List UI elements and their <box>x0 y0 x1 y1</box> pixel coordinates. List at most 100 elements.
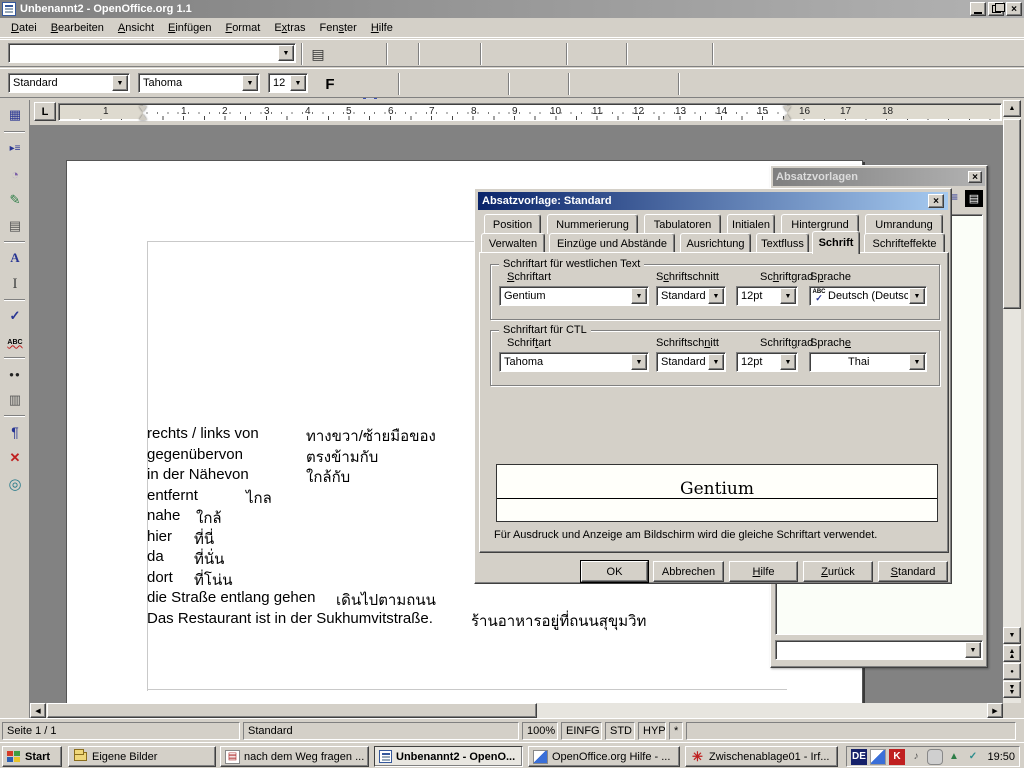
ctl-size-combobox[interactable]: 12pt ▼ <box>736 352 798 372</box>
western-language-dropdown[interactable]: ▼ <box>909 288 925 304</box>
scroll-left-button[interactable]: ◀ <box>30 703 46 718</box>
tab-tabulatoren[interactable]: Tabulatoren <box>644 214 721 234</box>
vertical-scroll-thumb[interactable] <box>1003 119 1021 309</box>
stylist-fill-mode-icon[interactable]: ≡ <box>951 190 961 206</box>
vertical-scrollbar[interactable]: ▲ ▼ ▲▲ ● ▼▼ <box>1003 100 1021 703</box>
stylist-filter-dropdown-button[interactable]: ▼ <box>965 642 981 658</box>
taskbar-button-weg-fragen[interactable]: ▤ nach dem Weg fragen ... <box>220 746 369 767</box>
autotext-icon[interactable]: A <box>3 246 27 270</box>
menu-format[interactable]: Format <box>218 20 267 36</box>
western-style-dropdown[interactable]: ▼ <box>708 288 724 304</box>
size-dropdown-button[interactable]: ▼ <box>290 75 306 91</box>
font-size-combobox[interactable]: 12 ▼ <box>268 73 308 93</box>
ctl-font-combobox[interactable]: Tahoma ▼ <box>499 352 649 372</box>
menu-fenster[interactable]: Fenster <box>313 20 364 36</box>
tab-textfluss[interactable]: Textfluss <box>756 233 809 253</box>
style-combobox[interactable]: Standard ▼ <box>8 73 130 93</box>
ctl-font-dropdown[interactable]: ▼ <box>631 354 647 370</box>
taskbar-button-openoffice-hilfe[interactable]: OpenOffice.org Hilfe - ... <box>528 746 680 767</box>
tab-position[interactable]: Position <box>484 214 541 234</box>
menu-bearbeiten[interactable]: Bearbeiten <box>44 20 111 36</box>
tab-nummerierung[interactable]: Nummerierung <box>547 214 638 234</box>
ctl-style-combobox[interactable]: Standard ▼ <box>656 352 726 372</box>
abbrechen-button[interactable]: Abbrechen <box>653 561 724 582</box>
stylist-title-bar[interactable]: Absatzvorlagen × <box>773 168 985 186</box>
indent-marker-right[interactable] <box>783 106 792 120</box>
tab-schrift[interactable]: Schrift <box>812 231 860 254</box>
scroll-down-button[interactable]: ▼ <box>1003 627 1021 644</box>
direct-cursor-icon[interactable]: I <box>3 272 27 296</box>
standard-button[interactable]: Standard <box>878 561 948 582</box>
auto-spellcheck-icon[interactable]: ABC <box>3 330 27 354</box>
western-font-combobox[interactable]: Gentium ▼ <box>499 286 649 306</box>
navigation-dot-button[interactable]: ● <box>1003 663 1021 680</box>
status-page-style[interactable]: Standard <box>243 722 519 740</box>
tab-initialen[interactable]: Initialen <box>727 214 775 234</box>
status-hyperlink-mode[interactable]: HYP <box>638 722 666 740</box>
taskbar-button-zwischenablage[interactable]: ✳ Zwischenablage01 - Irf... <box>685 746 838 767</box>
font-name-combobox[interactable]: Tahoma ▼ <box>138 73 260 93</box>
ctl-size-dropdown[interactable]: ▼ <box>780 354 796 370</box>
stylist-filter-combobox[interactable]: ▼ <box>775 640 983 660</box>
bold-icon[interactable]: F <box>318 72 342 96</box>
url-dropdown-button[interactable]: ▼ <box>278 45 294 61</box>
scroll-right-button[interactable]: ▶ <box>987 703 1003 718</box>
data-sources-icon[interactable]: ▥ <box>3 388 27 412</box>
horizontal-scroll-thumb[interactable] <box>47 703 537 718</box>
title-bar[interactable]: Unbenannt2 - OpenOffice.org 1.1 × <box>0 0 1024 18</box>
menu-ansicht[interactable]: Ansicht <box>111 20 161 36</box>
western-size-dropdown[interactable]: ▼ <box>780 288 796 304</box>
menu-extras[interactable]: Extras <box>267 20 312 36</box>
insert-object-icon[interactable]: ◔ <box>3 162 27 186</box>
zurueck-button[interactable]: Zurück <box>803 561 873 582</box>
minimize-button[interactable] <box>970 2 986 16</box>
antivirus-icon[interactable]: K <box>889 749 905 765</box>
volume-icon[interactable]: ♪ <box>908 749 924 765</box>
paragraph-style-dialog[interactable]: Absatzvorlage: Standard × Position Numme… <box>474 188 952 584</box>
ok-button[interactable]: OK <box>581 561 648 582</box>
new-document-icon[interactable]: ▤ <box>306 42 330 66</box>
western-language-combobox[interactable]: ABC ✓ Deutsch (Deutsc ▼ <box>809 286 927 306</box>
spellcheck-icon[interactable]: ✓ <box>3 304 27 328</box>
ctl-language-combobox[interactable]: Thai ▼ <box>809 352 927 372</box>
keyboard-layout-indicator[interactable]: DE <box>851 749 867 765</box>
indent-marker-left[interactable] <box>139 106 148 120</box>
next-page-button[interactable]: ▼▼ <box>1003 681 1021 698</box>
font-dropdown-button[interactable]: ▼ <box>242 75 258 91</box>
dialog-close-button[interactable]: × <box>928 194 944 208</box>
restore-button[interactable] <box>988 2 1004 16</box>
western-font-dropdown[interactable]: ▼ <box>631 288 647 304</box>
scroll-up-button[interactable]: ▲ <box>1003 100 1021 117</box>
mouse-settings-icon[interactable] <box>927 749 943 765</box>
previous-page-button[interactable]: ▲▲ <box>1003 645 1021 662</box>
tab-umrandung[interactable]: Umrandung <box>865 214 943 234</box>
hilfe-button[interactable]: Hilfe <box>729 561 798 582</box>
taskbar-button-eigene-bilder[interactable]: Eigene Bilder <box>68 746 216 767</box>
online-layout-icon[interactable]: ◎ <box>3 472 27 496</box>
insert-icon[interactable]: ▸≡ <box>3 136 27 160</box>
horizontal-ruler[interactable]: 1 1 2 3 4 5 6 7 8 9 10 11 12 13 14 15 16… <box>58 103 1002 121</box>
tab-einzuege-und-abstaende[interactable]: Einzüge und Abstände <box>549 233 675 253</box>
status-zoom[interactable]: 100% <box>522 722 558 740</box>
dialog-title-bar[interactable]: Absatzvorlage: Standard × <box>478 192 948 210</box>
insert-table-icon[interactable]: ▦ <box>3 103 27 127</box>
graphics-toggle-icon[interactable]: ✕ <box>3 446 27 470</box>
quickstarter-icon[interactable] <box>870 749 886 765</box>
tab-schrifteffekte[interactable]: Schrifteffekte <box>864 233 945 253</box>
messenger-icon[interactable]: ✓ <box>965 749 981 765</box>
find-icon[interactable]: ●● <box>3 362 27 386</box>
nonprinting-characters-icon[interactable]: ¶ <box>3 420 27 444</box>
stylist-close-button[interactable]: × <box>968 171 982 183</box>
form-functions-icon[interactable]: ▤ <box>3 214 27 238</box>
western-size-combobox[interactable]: 12pt ▼ <box>736 286 798 306</box>
style-dropdown-button[interactable]: ▼ <box>112 75 128 91</box>
url-combobox[interactable]: ▼ <box>8 43 296 63</box>
tab-selector[interactable]: L <box>34 102 56 121</box>
update-icon[interactable]: ▲ <box>946 749 962 765</box>
status-insert-mode[interactable]: EINFG <box>561 722 602 740</box>
tab-ausrichtung[interactable]: Ausrichtung <box>680 233 751 253</box>
stylist-new-style-icon[interactable]: ▤ <box>965 190 983 207</box>
menu-einfuegen[interactable]: Einfügen <box>161 20 218 36</box>
menu-datei[interactable]: Datei <box>4 20 44 36</box>
western-style-combobox[interactable]: Standard ▼ <box>656 286 726 306</box>
